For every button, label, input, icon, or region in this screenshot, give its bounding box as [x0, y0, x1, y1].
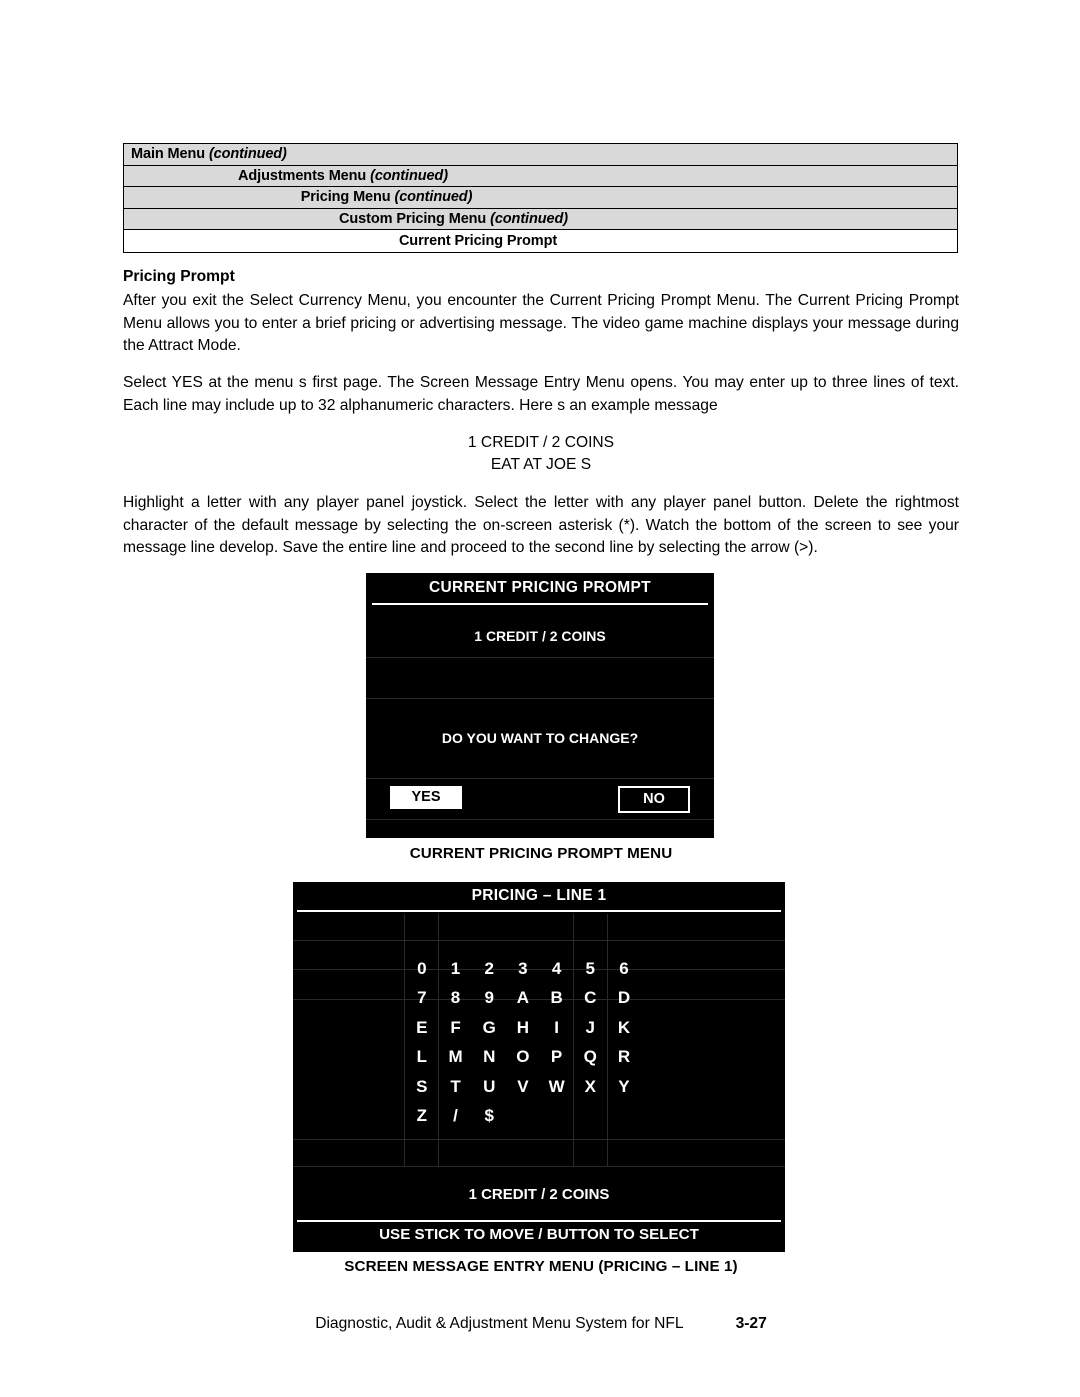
charmap-row: Z / $ [405, 1102, 641, 1132]
char-key[interactable]: N [472, 1047, 506, 1067]
breadcrumb-row: Adjustments Menu (continued) [124, 165, 957, 188]
page-title: Pricing Prompt [123, 268, 235, 285]
screen1-divider [366, 657, 714, 658]
char-key[interactable]: D [607, 988, 641, 1008]
char-key[interactable]: 3 [506, 959, 540, 979]
example-message-line-1: 1 CREDIT / 2 COINS [467, 434, 615, 451]
breadcrumb-level-pricing-menu: Pricing Menu (continued) [124, 189, 957, 205]
char-key[interactable]: / [439, 1106, 473, 1126]
screen1-change-question: DO YOU WANT TO CHANGE? [441, 730, 639, 746]
breadcrumb-row: Current Pricing Prompt [124, 230, 957, 252]
char-key[interactable]: J [573, 1018, 607, 1038]
example-message-line-2: EAT AT JOE S [490, 456, 592, 473]
breadcrumb: Main Menu (continued) Adjustments Menu (… [123, 143, 958, 253]
breadcrumb-label: Adjustments Menu [238, 167, 367, 184]
screen2-title: PRICING – LINE 1 [471, 887, 607, 904]
screen1-divider [366, 778, 714, 779]
charmap-row: S T U V W X Y [405, 1072, 641, 1102]
charmap-gridline [293, 1166, 785, 1167]
char-key[interactable]: A [506, 988, 540, 1008]
charmap-row: 0 1 2 3 4 5 6 [405, 954, 641, 984]
char-key[interactable]: Q [573, 1047, 607, 1067]
breadcrumb-level-current-pricing-prompt: Current Pricing Prompt [124, 233, 957, 249]
char-key[interactable]: S [405, 1077, 439, 1097]
charmap-row: E F G H I J K [405, 1013, 641, 1043]
screen1-divider [366, 698, 714, 699]
charmap-row: 7 8 9 A B C D [405, 984, 641, 1014]
document-page: Main Menu (continued) Adjustments Menu (… [0, 0, 1080, 1397]
breadcrumb-note: (continued) [208, 146, 287, 163]
breadcrumb-level-main-menu: Main Menu (continued) [131, 146, 287, 162]
screen1-title: CURRENT PRICING PROMPT [429, 579, 651, 596]
char-key[interactable]: 5 [573, 959, 607, 979]
breadcrumb-note: (continued) [394, 189, 473, 206]
character-map: 0 1 2 3 4 5 6 7 8 9 A B C D E F G H I J … [293, 914, 785, 1167]
char-key[interactable]: Z [405, 1106, 439, 1126]
breadcrumb-level-custom-pricing-menu: Custom Pricing Menu (continued) [124, 211, 957, 227]
breadcrumb-note: (continued) [370, 167, 448, 184]
yes-button[interactable]: YES [390, 786, 462, 809]
current-pricing-prompt-screen: CURRENT PRICING PROMPT 1 CREDIT / 2 COIN… [366, 573, 714, 838]
char-key[interactable]: I [540, 1018, 574, 1038]
paragraph-navigation-instructions: Highlight a letter with any player panel… [123, 494, 959, 556]
screen1-current-price-value: 1 CREDIT / 2 COINS [474, 628, 606, 644]
char-key[interactable]: 1 [439, 959, 473, 979]
char-key[interactable]: E [405, 1018, 439, 1038]
char-key[interactable]: 9 [472, 988, 506, 1008]
char-key[interactable]: G [472, 1018, 506, 1038]
screen1-title-rule [372, 603, 708, 605]
char-key[interactable]: U [472, 1077, 506, 1097]
breadcrumb-row: Main Menu (continued) [124, 144, 957, 166]
char-key[interactable]: L [405, 1047, 439, 1067]
char-key[interactable]: K [607, 1018, 641, 1038]
char-key[interactable]: B [540, 988, 574, 1008]
breadcrumb-level-adjustments-menu: Adjustments Menu (continued) [124, 168, 957, 184]
char-key[interactable]: M [439, 1047, 473, 1067]
paragraph-intro: After you exit the Select Currency Menu,… [123, 292, 959, 354]
char-key[interactable]: R [607, 1047, 641, 1067]
charmap-gridline [293, 940, 785, 941]
char-key[interactable]: H [506, 1018, 540, 1038]
charmap-row: L M N O P Q R [405, 1043, 641, 1073]
char-key[interactable]: X [573, 1077, 607, 1097]
char-key[interactable]: W [540, 1077, 574, 1097]
char-key[interactable]: 8 [439, 988, 473, 1008]
char-key[interactable]: $ [472, 1106, 506, 1126]
char-key[interactable]: V [506, 1077, 540, 1097]
char-key[interactable]: F [439, 1018, 473, 1038]
screen2-title-rule [297, 910, 781, 912]
char-key[interactable]: C [573, 988, 607, 1008]
breadcrumb-row: Pricing Menu (continued) [124, 187, 957, 209]
breadcrumb-label: Custom Pricing Menu [339, 211, 487, 228]
screen2-footer-rule [297, 1220, 781, 1222]
breadcrumb-row: Custom Pricing Menu (continued) [124, 208, 957, 231]
breadcrumb-label: Current Pricing Prompt [398, 233, 558, 250]
char-key[interactable]: Y [607, 1077, 641, 1097]
charmap-gridline [293, 1139, 785, 1140]
breadcrumb-note: (continued) [490, 211, 568, 228]
char-key[interactable]: O [506, 1047, 540, 1067]
char-key[interactable]: 2 [472, 959, 506, 979]
breadcrumb-label: Main Menu [131, 146, 206, 163]
footer-title: Diagnostic, Audit & Adjustment Menu Syst… [315, 1315, 684, 1332]
character-grid: 0 1 2 3 4 5 6 7 8 9 A B C D E F G H I J … [405, 954, 641, 1131]
screen1-divider [366, 819, 714, 820]
screen1-caption: CURRENT PRICING PROMPT MENU [409, 845, 673, 862]
breadcrumb-label: Pricing Menu [300, 189, 391, 206]
screen2-caption: SCREEN MESSAGE ENTRY MENU (PRICING – LIN… [344, 1258, 738, 1275]
no-button[interactable]: NO [618, 786, 690, 813]
message-line-preview: 1 CREDIT / 2 COINS [468, 1186, 610, 1203]
page-footer: Diagnostic, Audit & Adjustment Menu Syst… [123, 1315, 959, 1333]
char-key[interactable]: P [540, 1047, 574, 1067]
char-key[interactable]: 6 [607, 959, 641, 979]
char-key[interactable]: 7 [405, 988, 439, 1008]
char-key[interactable]: 0 [405, 959, 439, 979]
char-key[interactable]: T [439, 1077, 473, 1097]
char-key[interactable]: 4 [540, 959, 574, 979]
screen-message-entry-screen: PRICING – LINE 1 0 1 2 3 4 5 6 7 8 9 A B… [293, 882, 785, 1252]
paragraph-entry-instructions: Select YES at the menu s first page. The… [123, 374, 959, 414]
page-number: 3-27 [735, 1315, 767, 1332]
screen2-help-text: USE STICK TO MOVE / BUTTON TO SELECT [379, 1226, 699, 1243]
